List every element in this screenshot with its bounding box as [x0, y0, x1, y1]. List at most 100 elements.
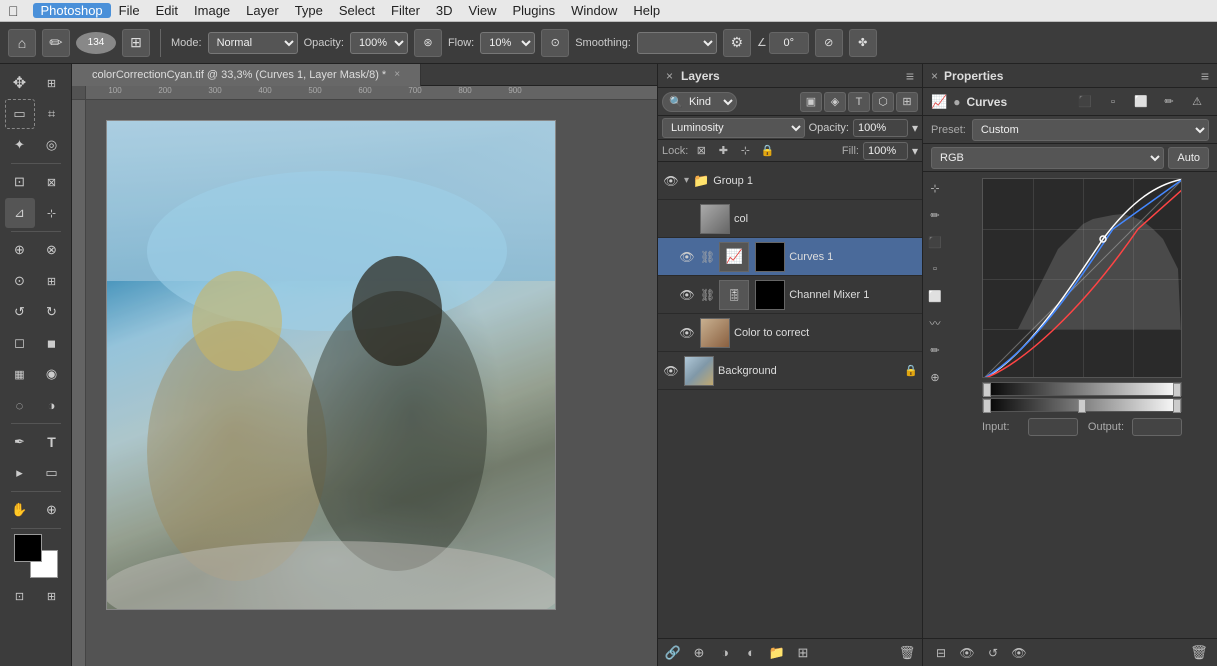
- opacity-chevron[interactable]: ▾: [912, 121, 918, 135]
- layer-chain-icon[interactable]: ⛓: [700, 288, 715, 302]
- layer-visibility-btn[interactable]: 👁: [662, 172, 680, 190]
- smooth-curve-btn[interactable]: 〰: [923, 311, 947, 335]
- screen-mode-btn[interactable]: ⊞: [37, 581, 67, 611]
- layer-visibility-btn[interactable]: 👁: [678, 324, 696, 342]
- ruler-tool-btn[interactable]: ⊹: [37, 198, 67, 228]
- fill-input[interactable]: [863, 142, 908, 160]
- layer-item[interactable]: 👁 Background 🔒: [658, 352, 922, 390]
- history-brush-btn[interactable]: ↺: [5, 297, 35, 327]
- tab-close-btn[interactable]: ×: [394, 69, 400, 80]
- gradient-tool-btn[interactable]: ▦: [5, 359, 35, 389]
- lock-position-btn[interactable]: ✚: [714, 142, 732, 160]
- menu-file[interactable]: File: [111, 3, 148, 18]
- dodge-tool-btn[interactable]: ◑: [37, 390, 67, 420]
- layer-item[interactable]: 👁 ▾ 📁 Group 1: [658, 162, 922, 200]
- art-history-btn[interactable]: ↻: [37, 297, 67, 327]
- quick-select-btn[interactable]: ◎: [37, 130, 67, 160]
- lock-all-btn[interactable]: 🔒: [758, 142, 776, 160]
- lock-pixels-btn[interactable]: ⊠: [692, 142, 710, 160]
- shape-layer-filter-btn[interactable]: ⬡: [872, 92, 894, 112]
- eyedrop-dark-btn[interactable]: ⬛: [923, 230, 947, 254]
- menu-filter[interactable]: Filter: [383, 3, 428, 18]
- preset-select[interactable]: Custom: [972, 119, 1209, 141]
- output-black-handle[interactable]: [983, 383, 991, 397]
- layer-visibility-btn[interactable]: 👁: [678, 248, 696, 266]
- input-gradient-slider[interactable]: [982, 398, 1182, 412]
- new-adjustment-btn[interactable]: ◐: [740, 642, 762, 664]
- delete-layer-btn[interactable]: 🗑: [896, 642, 918, 664]
- home-icon-btn[interactable]: ⌂: [8, 29, 36, 57]
- paint-bucket-btn[interactable]: ◉: [37, 359, 67, 389]
- type-layer-filter-btn[interactable]: T: [848, 92, 870, 112]
- pen-tool-btn[interactable]: ✒: [5, 427, 35, 457]
- brush-options-btn[interactable]: ⊞: [122, 29, 150, 57]
- curves-point-tool-btn[interactable]: ⊹: [923, 176, 947, 200]
- eyedropper-tool-btn[interactable]: ⊿: [5, 198, 35, 228]
- curves-graph[interactable]: [982, 178, 1182, 378]
- move-tool-btn[interactable]: ✥: [5, 68, 35, 98]
- eyedrop-light-btn[interactable]: ⬜: [923, 284, 947, 308]
- crop-tool-btn[interactable]: ⊡: [5, 167, 35, 197]
- channel-select[interactable]: RGB Red Green Blue: [931, 147, 1164, 169]
- blend-mode-select[interactable]: Luminosity: [662, 118, 805, 138]
- gear-icon-btn[interactable]: ⚙: [723, 29, 751, 57]
- input-value-display[interactable]: [1028, 418, 1078, 436]
- apple-logo-icon[interactable]: : [8, 3, 19, 19]
- add-style-btn[interactable]: ⊕: [688, 642, 710, 664]
- layer-visibility-btn[interactable]: 👁: [678, 286, 696, 304]
- output-white-handle[interactable]: [1173, 383, 1181, 397]
- output-value-display[interactable]: [1132, 418, 1182, 436]
- clip-mask-btn[interactable]: ⊟: [929, 641, 953, 665]
- layer-item[interactable]: 👁 ⛓ 📈 Curves 1: [658, 238, 922, 276]
- input-black-handle[interactable]: [983, 399, 991, 413]
- menu-select[interactable]: Select: [331, 3, 383, 18]
- menu-photoshop[interactable]: Photoshop: [33, 3, 111, 18]
- flow-select[interactable]: 10%: [480, 32, 535, 54]
- layer-chain-icon[interactable]: ⛓: [700, 250, 715, 264]
- layer-item[interactable]: col: [658, 200, 922, 238]
- link-layers-btn[interactable]: 🔗: [662, 642, 684, 664]
- zoom-tool-btn[interactable]: ⊕: [37, 495, 67, 525]
- brush-tool-btn[interactable]: ✏: [42, 29, 70, 57]
- pencil-draw-btn[interactable]: ✏: [923, 338, 947, 362]
- layer-item[interactable]: 👁 Color to correct: [658, 314, 922, 352]
- menu-edit[interactable]: Edit: [148, 3, 186, 18]
- delete-adjustment-btn[interactable]: 🗑: [1187, 641, 1211, 665]
- airbrush-btn[interactable]: ⊛: [414, 29, 442, 57]
- brush-size-indicator[interactable]: 134: [76, 32, 116, 54]
- layers-menu-btn[interactable]: ≡: [906, 68, 914, 84]
- view-previous-btn[interactable]: 👁: [955, 641, 979, 665]
- path-selection-btn[interactable]: ▸: [5, 458, 35, 488]
- blur-tool-btn[interactable]: ◌: [5, 390, 35, 420]
- sample-color-btn[interactable]: ✏: [1157, 90, 1181, 114]
- patch-tool-btn[interactable]: ⊗: [37, 235, 67, 265]
- artboard-tool-btn[interactable]: ⊞: [37, 68, 67, 98]
- menu-type[interactable]: Type: [287, 3, 331, 18]
- reset-adjustment-btn[interactable]: ↺: [981, 641, 1005, 665]
- curves-pencil-tool-btn[interactable]: ✏: [923, 203, 947, 227]
- menu-layer[interactable]: Layer: [238, 3, 287, 18]
- input-white-handle[interactable]: [1173, 399, 1181, 413]
- eraser-btn[interactable]: ◻: [5, 328, 35, 358]
- menu-help[interactable]: Help: [625, 3, 668, 18]
- flow-icon-btn[interactable]: ⊙: [541, 29, 569, 57]
- eyedrop-shadows-btn[interactable]: ⬛: [1073, 90, 1097, 114]
- marquee-tool-btn[interactable]: ▭: [5, 99, 35, 129]
- symmetry-btn[interactable]: ✤: [849, 29, 877, 57]
- slice-tool-btn[interactable]: ⊠: [37, 167, 67, 197]
- menu-image[interactable]: Image: [186, 3, 238, 18]
- foreground-color-swatch[interactable]: [14, 534, 42, 562]
- background-eraser-btn[interactable]: ◼: [37, 328, 67, 358]
- menu-plugins[interactable]: Plugins: [505, 3, 564, 18]
- layer-visibility-btn[interactable]: 👁: [662, 362, 680, 380]
- adjust-layer-filter-btn[interactable]: ◈: [824, 92, 846, 112]
- reset-curve-btn[interactable]: ⊕: [923, 365, 947, 389]
- eyedrop-highlights-btn[interactable]: ⬜: [1129, 90, 1153, 114]
- layer-item[interactable]: 👁 ⛓ 🎚 Channel Mixer 1: [658, 276, 922, 314]
- new-group-btn[interactable]: 📁: [766, 642, 788, 664]
- hand-tool-btn[interactable]: ✋: [5, 495, 35, 525]
- shape-tool-btn[interactable]: ▭: [37, 458, 67, 488]
- smart-obj-filter-btn[interactable]: ⊞: [896, 92, 918, 112]
- eyedrop-midtones-btn[interactable]: ▫: [1101, 90, 1125, 114]
- group-expand-arrow-icon[interactable]: ▾: [684, 175, 689, 186]
